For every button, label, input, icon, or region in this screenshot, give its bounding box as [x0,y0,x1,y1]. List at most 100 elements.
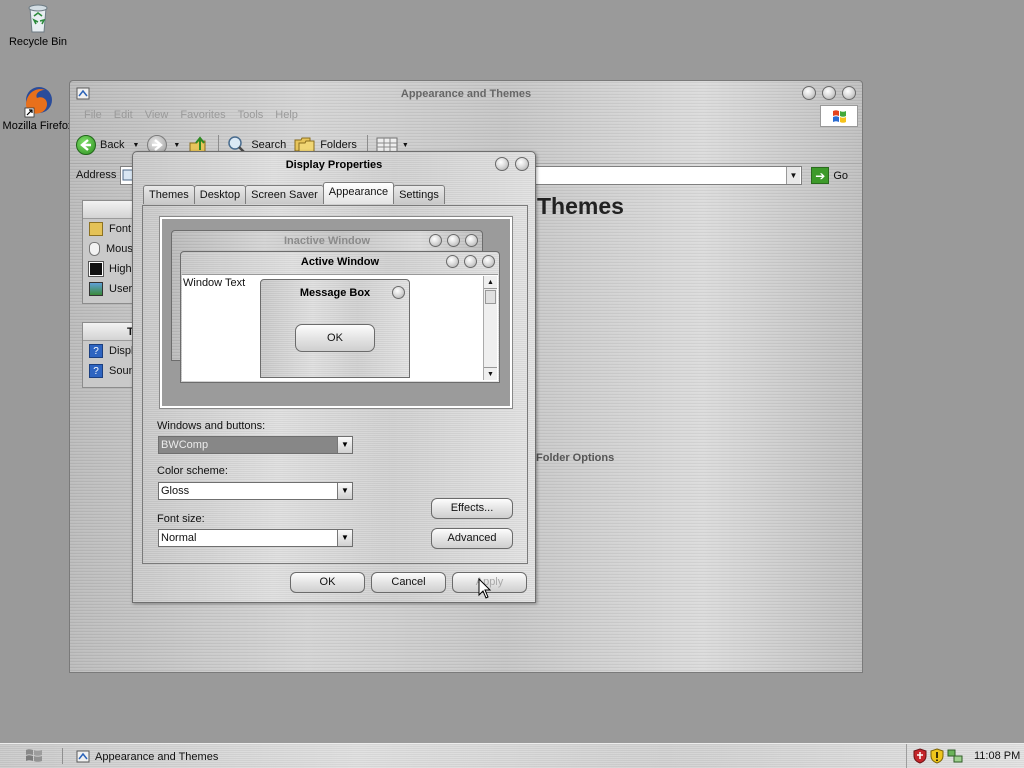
recycle-bin-label: Recycle Bin [8,36,68,48]
explorer-titlebar[interactable]: Appearance and Themes [70,81,862,107]
side-item-user-picture[interactable]: User [83,279,133,299]
scroll-up-icon: ▲ [484,276,497,289]
scroll-thumb [485,290,496,304]
network-icon[interactable] [947,748,963,764]
preview-maximize-button [464,255,477,268]
side-item-label: High [109,263,132,275]
side-item-mouse[interactable]: Mous [83,239,133,259]
preview-scrollbar: ▲ ▼ [483,276,497,380]
dialog-title: Display Properties [285,159,383,171]
preview-close-button [465,234,478,247]
preview-maximize-button [447,234,460,247]
side-item-label: Soun [109,365,134,377]
go-button[interactable]: ➔ Go [811,167,848,184]
explorer-title: Appearance and Themes [400,88,532,100]
windows-buttons-value: BWComp [161,439,209,451]
windows-buttons-label: Windows and buttons: [157,420,266,432]
font-size-value: Normal [161,532,197,544]
clock[interactable]: 11:08 PM [974,750,1020,762]
font-size-select[interactable]: Normal ▼ [158,529,353,547]
system-tray: 11:08 PM [906,744,1024,768]
side-panel-troubleshooters: T ? Displ ? Soun [82,322,134,388]
tab-themes[interactable]: Themes [143,185,195,204]
preview-message-box-title: Message Box [299,287,371,299]
chevron-down-icon[interactable]: ▼ [132,142,139,149]
chevron-down-icon: ▼ [337,530,352,546]
desktop-icon-firefox[interactable]: Mozilla Firefox [0,84,76,132]
windows-flag-icon [833,110,846,123]
security-shield-icon[interactable] [913,748,927,764]
folder-options-link[interactable]: Folder Options [536,452,614,464]
chevron-down-icon: ▼ [337,483,352,499]
side-item-label: Mous [106,243,133,255]
tab-settings[interactable]: Settings [393,185,445,204]
explorer-window-icon [76,750,90,763]
taskbar-button-label: Appearance and Themes [95,750,219,763]
maximize-button[interactable] [822,86,836,100]
scroll-down-icon: ▼ [484,367,497,380]
side-item-label: Font [109,223,132,235]
appearance-panel: Inactive Window Active Window Window Tex… [142,205,528,564]
side-panel-header [83,201,133,219]
side-panel-header: T [83,323,133,341]
ok-button[interactable]: OK [290,572,365,593]
effects-button[interactable]: Effects... [431,498,513,519]
menu-bar: File Edit View Favorites Tools Help [84,109,298,121]
chevron-down-icon[interactable]: ▼ [402,142,409,149]
tab-appearance[interactable]: Appearance [322,182,395,204]
side-item-fonts[interactable]: Font [83,219,133,239]
chevron-down-icon: ▼ [337,437,352,453]
side-item-high-contrast[interactable]: High [83,259,133,279]
user-picture-icon [89,282,103,296]
menu-favorites[interactable]: Favorites [180,109,225,121]
taskbar-button-explorer[interactable]: Appearance and Themes [76,747,218,766]
side-item-display[interactable]: ? Displ [83,341,133,361]
help-button[interactable] [495,157,509,171]
side-item-sound[interactable]: ? Soun [83,361,133,381]
help-icon: ? [89,364,103,378]
side-panel-see-also: Font Mous High User [82,200,134,304]
high-contrast-icon [88,261,104,277]
appearance-preview: Inactive Window Active Window Window Tex… [159,216,513,409]
tab-strip: Themes Desktop Screen Saver Appearance S… [143,182,445,204]
go-arrow-icon: ➔ [811,167,830,184]
close-button[interactable] [842,86,856,100]
tab-screen-saver[interactable]: Screen Saver [245,185,324,204]
start-button[interactable] [23,747,45,765]
firefox-label: Mozilla Firefox [2,120,74,132]
side-item-label: User [109,283,133,295]
menu-view[interactable]: View [145,109,169,121]
address-label: Address [76,169,117,181]
preview-close-button [392,286,405,299]
preview-message-box: Message Box OK [260,279,410,378]
color-scheme-label: Color scheme: [157,465,228,477]
tab-desktop[interactable]: Desktop [193,185,247,204]
menu-file[interactable]: File [84,109,102,121]
color-scheme-value: Gloss [161,485,190,497]
color-scheme-select[interactable]: Gloss ▼ [158,482,353,500]
preview-minimize-button [446,255,459,268]
menu-edit[interactable]: Edit [114,109,133,121]
cancel-button[interactable]: Cancel [371,572,446,593]
desktop-icon-recycle-bin[interactable]: Recycle Bin [0,2,76,48]
dialog-titlebar[interactable]: Display Properties [133,152,535,178]
firefox-icon [24,87,52,118]
address-dropdown-button[interactable]: ▼ [786,167,800,184]
taskbar-separator [62,748,63,764]
menu-help[interactable]: Help [275,109,298,121]
menu-tools[interactable]: Tools [238,109,264,121]
preview-close-button [482,255,495,268]
back-label: Back [100,139,125,151]
close-button[interactable] [515,157,529,171]
recycle-bin-icon [28,4,48,33]
preview-minimize-button [429,234,442,247]
page-heading: Themes [537,193,624,219]
chevron-down-icon[interactable]: ▼ [173,142,180,149]
help-icon: ? [89,344,103,358]
windows-logo [820,105,858,127]
windows-buttons-select[interactable]: BWComp ▼ [158,436,353,454]
minimize-button[interactable] [802,86,816,100]
back-button[interactable]: Back ▼ [76,135,139,155]
alert-shield-icon[interactable] [930,748,944,764]
advanced-button[interactable]: Advanced [431,528,513,549]
